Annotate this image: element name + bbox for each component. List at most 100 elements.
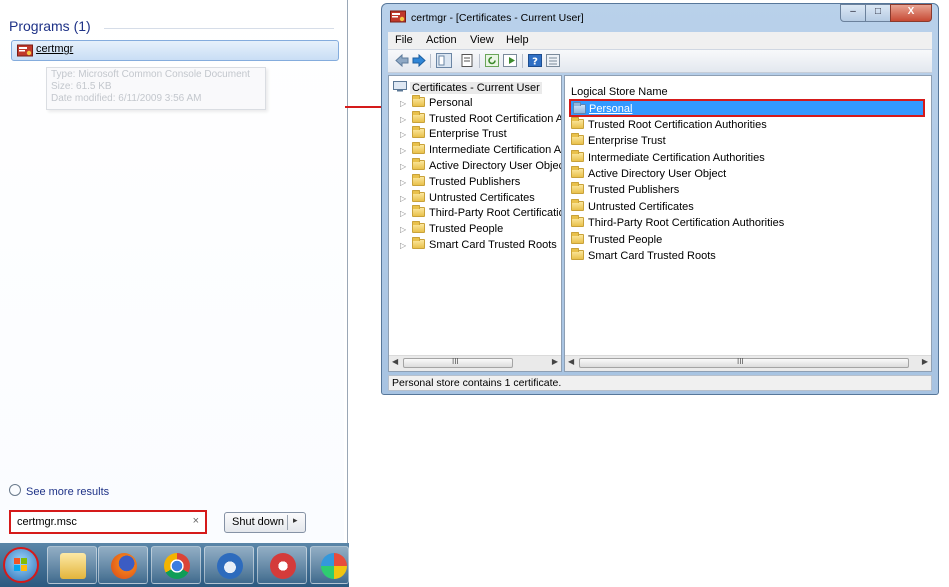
tree-root-certificates[interactable]: Certificates - Current User (393, 81, 542, 94)
search-input[interactable] (17, 515, 177, 529)
expand-arrow-icon[interactable]: ▷ (400, 115, 412, 124)
list-item-enterprise-trust[interactable]: Enterprise Trust (571, 133, 666, 150)
taskbar-chrome-button[interactable] (151, 546, 201, 584)
list-item-untrusted[interactable]: Untrusted Certificates (571, 199, 694, 216)
tree-item-label: Enterprise Trust (429, 128, 507, 140)
list-item-trusted-publishers[interactable]: Trusted Publishers (571, 182, 680, 199)
taskbar-thunderbird-button[interactable] (204, 546, 254, 584)
tree-item-personal[interactable]: ▷ Personal (400, 95, 472, 112)
list-item-label: Third-Party Root Certification Authoriti… (588, 217, 785, 229)
expand-arrow-icon[interactable]: ▷ (400, 194, 412, 203)
expand-arrow-icon[interactable]: ▷ (400, 209, 412, 218)
list-item-label: Untrusted Certificates (588, 201, 694, 213)
folder-icon (571, 133, 584, 145)
tree-item-trusted-people[interactable]: ▷ Trusted People (400, 221, 503, 238)
refresh-icon[interactable] (485, 54, 499, 67)
expand-arrow-icon[interactable]: ▷ (400, 225, 412, 234)
properties-icon[interactable] (460, 54, 474, 67)
see-more-results-link[interactable]: See more results (9, 484, 109, 498)
list-item-personal[interactable]: Personal (569, 99, 925, 117)
start-orb-button[interactable] (3, 547, 39, 583)
red-app-icon (270, 553, 296, 579)
column-header-logical-store-name[interactable]: Logical Store Name (571, 86, 668, 98)
minimize-button[interactable]: – (840, 4, 866, 22)
folder-icon (412, 237, 425, 249)
show-hide-console-tree-icon[interactable] (436, 53, 452, 68)
show-action-pane-icon[interactable] (546, 54, 560, 67)
scroll-right-icon[interactable]: ▶ (922, 357, 928, 366)
tree-item-third-party-root[interactable]: ▷ Third-Party Root Certificatior (400, 205, 561, 222)
taskbar-picasa-button[interactable] (310, 546, 349, 584)
tree-item-label: Active Directory User Object (429, 160, 562, 172)
list-item-active-directory[interactable]: Active Directory User Object (571, 166, 726, 183)
tree-item-trusted-root[interactable]: ▷ Trusted Root Certification Au (400, 111, 561, 128)
shutdown-button[interactable]: Shut down ▸ (224, 512, 306, 533)
tree-item-trusted-publishers[interactable]: ▷ Trusted Publishers (400, 174, 520, 191)
folder-icon (571, 150, 584, 162)
list-item-label: Trusted Publishers (588, 184, 680, 196)
tree-item-label: Intermediate Certification Au (429, 144, 562, 156)
tree-item-intermediate[interactable]: ▷ Intermediate Certification Au (400, 142, 562, 159)
expand-arrow-icon[interactable]: ▷ (400, 99, 412, 108)
tree-horizontal-scrollbar[interactable]: ◀ III ▶ (389, 355, 561, 371)
details-horizontal-scrollbar[interactable]: ◀ III ▶ (565, 355, 931, 371)
list-item-intermediate[interactable]: Intermediate Certification Authorities (571, 150, 765, 167)
shutdown-options-arrow-icon[interactable]: ▸ (293, 515, 298, 526)
list-item-smart-card[interactable]: Smart Card Trusted Roots (571, 248, 716, 265)
tree-item-smart-card[interactable]: ▷ Smart Card Trusted Roots (400, 237, 557, 254)
list-item-label: Intermediate Certification Authorities (588, 152, 765, 164)
close-button[interactable]: X (890, 4, 932, 22)
scrollbar-thumb[interactable] (579, 358, 909, 368)
maximize-button[interactable]: □ (865, 4, 891, 22)
back-arrow-icon[interactable] (395, 54, 409, 67)
expand-arrow-icon[interactable]: ▷ (400, 130, 412, 139)
tree-item-label: Untrusted Certificates (429, 192, 535, 204)
list-item-label: Trusted People (588, 234, 663, 246)
tree-item-enterprise-trust[interactable]: ▷ Enterprise Trust (400, 126, 507, 143)
tree-item-active-directory[interactable]: ▷ Active Directory User Object (400, 158, 562, 175)
list-item-trusted-root[interactable]: Trusted Root Certification Authorities (571, 117, 767, 134)
clear-search-icon[interactable]: × (193, 515, 199, 527)
export-list-icon[interactable] (503, 54, 517, 67)
expand-arrow-icon[interactable]: ▷ (400, 162, 412, 171)
expand-arrow-icon[interactable]: ▷ (400, 146, 412, 155)
menu-action[interactable]: Action (426, 34, 457, 46)
programs-divider (104, 28, 334, 29)
scroll-left-icon[interactable]: ◀ (568, 357, 574, 366)
certmgr-window: certmgr - [Certificates - Current User] … (381, 3, 939, 395)
folder-icon (571, 232, 584, 244)
scroll-left-icon[interactable]: ◀ (392, 357, 398, 366)
toolbar-separator (479, 54, 480, 68)
program-result-certmgr[interactable]: certmgr (11, 40, 339, 61)
expand-arrow-icon[interactable]: ▷ (400, 178, 412, 187)
start-search-box[interactable]: × (9, 510, 207, 534)
certificate-store-icon (393, 81, 407, 92)
minimize-icon: – (850, 6, 856, 17)
expand-arrow-icon[interactable]: ▷ (400, 241, 412, 250)
menu-file[interactable]: File (395, 34, 413, 46)
list-item-trusted-people[interactable]: Trusted People (571, 232, 663, 249)
folder-icon (412, 111, 425, 123)
menu-help[interactable]: Help (506, 34, 529, 46)
help-icon[interactable]: ? (528, 54, 542, 67)
folder-icon (412, 205, 425, 217)
folder-explorer-icon (60, 553, 86, 579)
list-item-third-party-root[interactable]: Third-Party Root Certification Authoriti… (571, 215, 785, 232)
taskbar-explorer-button[interactable] (47, 546, 97, 584)
taskbar-app-button[interactable] (257, 546, 307, 584)
tree-item-untrusted[interactable]: ▷ Untrusted Certificates (400, 190, 535, 207)
scroll-right-icon[interactable]: ▶ (552, 357, 558, 366)
list-item-label: Personal (589, 103, 633, 115)
folder-icon (412, 221, 425, 233)
tree-item-label: Smart Card Trusted Roots (429, 239, 557, 251)
menu-view[interactable]: View (470, 34, 494, 46)
start-menu: Programs (1) certmgr Type: Microsoft Com… (0, 0, 348, 544)
taskbar-firefox-button[interactable] (98, 546, 148, 584)
list-item-label: Trusted Root Certification Authorities (588, 119, 767, 131)
menu-bar: File Action View Help (388, 32, 932, 49)
svg-text:?: ? (532, 57, 538, 68)
tree-root-label: Certificates - Current User (410, 82, 542, 94)
scrollbar-grip: III (452, 357, 459, 366)
forward-arrow-icon[interactable] (412, 54, 426, 67)
certmgr-icon (17, 44, 33, 57)
